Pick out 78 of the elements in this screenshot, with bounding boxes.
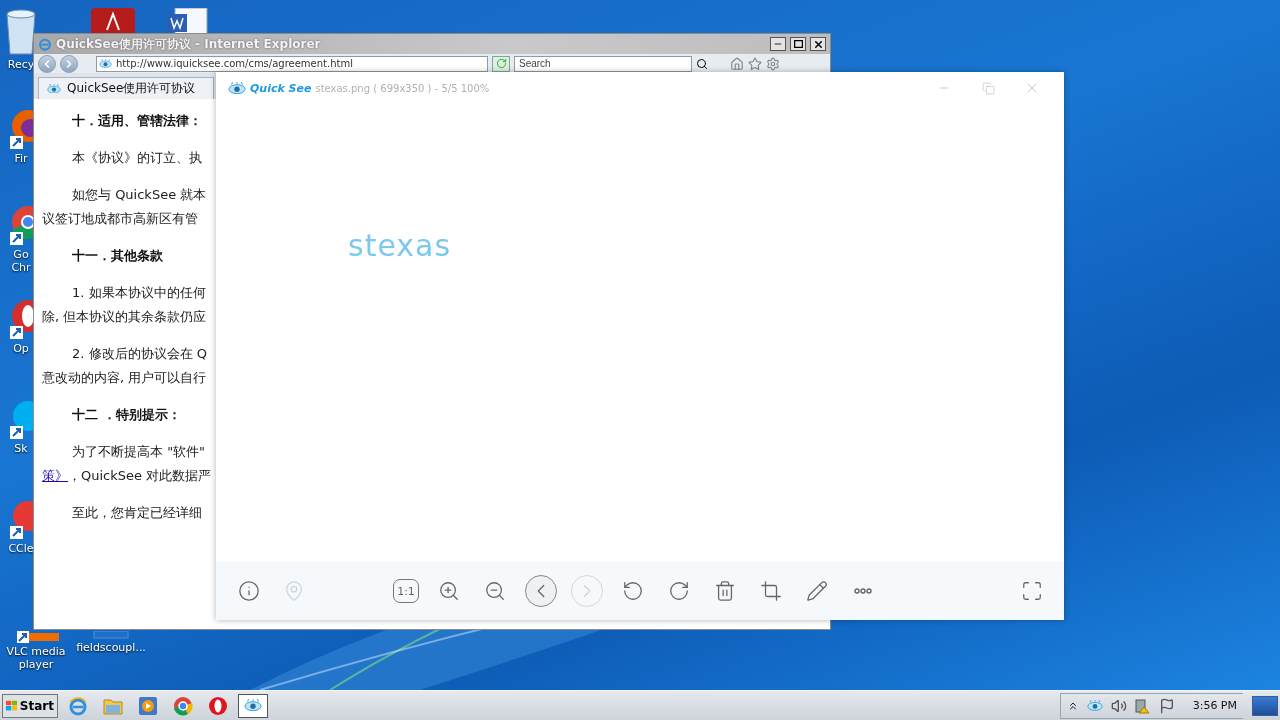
desktop-icon-label[interactable]: Recy xyxy=(7,58,35,71)
eye-logo-icon xyxy=(99,58,112,69)
pencil-icon xyxy=(806,580,828,602)
app-name: Quick See xyxy=(250,81,312,95)
compatibility-button[interactable] xyxy=(492,55,510,72)
clock: 3:56 PM xyxy=(1192,699,1237,712)
chrome-icon xyxy=(173,695,193,716)
paragraph-text: 本《协议》的订立、执 xyxy=(71,149,202,167)
image-text: stexas xyxy=(348,228,452,263)
section-heading: 十二 ．特别提示： xyxy=(71,406,181,424)
paragraph-text: 除, 但本协议的其余条款仍应 xyxy=(42,308,207,326)
favorites-icon[interactable] xyxy=(748,56,762,71)
close-icon xyxy=(812,38,824,50)
paragraph-text: 1. 如果本协议中的任何 xyxy=(71,284,206,302)
eye-logo-icon xyxy=(244,699,262,712)
paragraph-text: 至此，您肯定已经详细 xyxy=(71,504,202,522)
eye-logo-icon xyxy=(47,83,61,94)
section-heading: 十一．其他条款 xyxy=(71,247,163,265)
search-field[interactable]: Search xyxy=(514,55,692,72)
ie-icon xyxy=(38,37,52,51)
taskbar-app-button[interactable] xyxy=(238,693,268,718)
windows-logo-icon xyxy=(6,698,18,713)
opera-icon xyxy=(208,695,228,716)
policy-link[interactable]: 策》 xyxy=(42,464,68,488)
maximize-icon xyxy=(793,40,803,48)
settings-icon[interactable] xyxy=(766,56,780,71)
actual-size-button[interactable]: 1:1 xyxy=(393,579,419,603)
zoom-out-icon xyxy=(484,580,506,602)
window-title: QuickSee使用许可协议 - Internet Explorer xyxy=(56,35,322,53)
image-caption: stexas.png ( 699x350 ) - 5/5 100% xyxy=(315,82,491,94)
minimize-button[interactable] xyxy=(770,37,786,51)
home-icon[interactable] xyxy=(730,56,744,71)
network-icon[interactable] xyxy=(1134,697,1151,714)
paragraph-text: 意改动的内容, 用户可以自行 xyxy=(42,369,207,387)
section-heading: 十．适用、管辖法律： xyxy=(71,112,202,130)
show-desktop-button[interactable] xyxy=(1252,695,1278,716)
eye-logo-icon[interactable] xyxy=(1086,699,1103,712)
speaker-icon[interactable] xyxy=(1110,697,1127,714)
recycle-bin-icon[interactable] xyxy=(3,6,39,56)
map-pin-icon xyxy=(283,580,305,602)
more-icon xyxy=(853,588,873,594)
desktop-icon-label[interactable]: fieldscoupl... xyxy=(76,641,146,654)
maximize-button[interactable] xyxy=(790,37,806,51)
document-icon[interactable] xyxy=(91,8,135,36)
folder-icon xyxy=(103,696,123,715)
crop-icon xyxy=(760,580,782,602)
paragraph-text: 为了不断提高本 "软件" xyxy=(71,443,206,461)
paragraph-text: 2. 修改后的协议会在 Q xyxy=(71,345,207,363)
rotate-left-icon xyxy=(622,580,644,602)
desktop-icon-label[interactable]: Go Chr xyxy=(8,248,34,274)
refresh-icon xyxy=(495,58,507,69)
previous-button[interactable] xyxy=(525,575,557,607)
paragraph-text: ，QuickSee 对此数据严 xyxy=(68,467,212,485)
paragraph-text: 如您与 QuickSee 就本 xyxy=(71,186,207,204)
cleaner-app-icon[interactable] xyxy=(8,500,34,540)
info-icon xyxy=(238,580,260,602)
flag-icon[interactable] xyxy=(1158,697,1175,714)
desktop-icon-label[interactable]: CCle xyxy=(8,542,34,555)
chat-app-icon[interactable] xyxy=(8,400,34,440)
document-icon[interactable] xyxy=(165,8,209,34)
restore-icon xyxy=(981,81,995,95)
eye-logo-icon xyxy=(228,81,246,95)
address-field[interactable]: http://www.iquicksee.com/cms/agreement.html xyxy=(96,55,488,72)
ie-icon xyxy=(68,695,88,716)
desktop-icon-label[interactable]: VLC media player xyxy=(6,645,66,671)
desktop-icon-label[interactable]: Sk xyxy=(14,442,28,455)
start-button[interactable]: Start xyxy=(2,693,58,718)
trash-icon xyxy=(714,580,736,602)
close-button[interactable] xyxy=(810,37,826,51)
media-player-icon xyxy=(138,695,158,716)
browser-tab[interactable]: QuickSee使用许可协议 xyxy=(38,77,214,99)
zoom-in-icon xyxy=(438,580,460,602)
paragraph-text: 议签订地成都市高新区有管 xyxy=(42,210,198,228)
desktop-icon-label[interactable]: Op xyxy=(13,342,29,355)
search-icon[interactable] xyxy=(696,57,708,70)
desktop-icon-label[interactable]: Fir xyxy=(14,152,28,165)
fullscreen-icon xyxy=(1021,580,1043,602)
rotate-right-icon xyxy=(668,580,690,602)
